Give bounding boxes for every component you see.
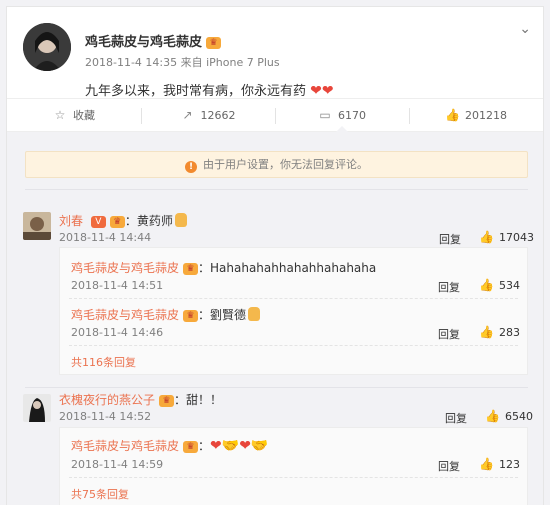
comment-text: ：黄药师 (124, 214, 173, 228)
post-author-name[interactable]: 鸡毛蒜皮与鸡毛蒜皮 ♛ (85, 31, 222, 50)
comment-like-button[interactable]: 👍 17043 (479, 230, 534, 244)
commenter-avatar[interactable] (23, 212, 51, 240)
commenter-name[interactable]: 刘春 (59, 214, 83, 228)
verified-badge-icon: V (90, 216, 106, 228)
reply-author[interactable]: 鸡毛蒜皮与鸡毛蒜皮 (71, 261, 179, 275)
post-meta: 2018-11-4 14:35 来自 iPhone 7 Plus (85, 56, 280, 69)
like-icon: 👍 (479, 230, 494, 244)
comment-like-count: 17043 (498, 231, 534, 244)
reply-author[interactable]: 鸡毛蒜皮与鸡毛蒜皮 (71, 308, 179, 322)
forward-button[interactable]: ↗ 12662 (141, 99, 275, 131)
weibo-post-card: 鸡毛蒜皮与鸡毛蒜皮 ♛ 2018-11-4 14:35 来自 iPhone 7 P… (6, 6, 544, 505)
comment-time: 2018-11-4 14:44 (59, 231, 152, 244)
reply-time: 2018-11-4 14:51 (71, 279, 164, 292)
divider (25, 387, 528, 388)
comment-button[interactable]: ▭ 6170 (275, 99, 409, 132)
star-icon: ☆ (54, 108, 66, 122)
author-name-text[interactable]: 鸡毛蒜皮与鸡毛蒜皮 (85, 35, 202, 50)
like-button[interactable]: 👍 201218 (409, 99, 543, 131)
vip-crown-icon: ♛ (109, 216, 125, 228)
action-bar: ☆ 收藏 ↗ 12662 ▭ 6170 👍 201218 (7, 98, 543, 132)
chevron-down-icon[interactable]: ⌄ (519, 21, 531, 37)
vip-crown-icon: ♛ (206, 37, 222, 49)
like-icon: 👍 (479, 325, 494, 339)
reply-like-button[interactable]: 👍 283 (479, 325, 520, 339)
reply-author[interactable]: 鸡毛蒜皮与鸡毛蒜皮 (71, 439, 179, 453)
reply-restriction-notice: ! 由于用户设置，你无法回复评论。 (25, 151, 528, 178)
post-body: 九年多以来，我时常有病，你永远有药 (85, 84, 307, 99)
reply-button[interactable]: 回复 (438, 279, 460, 295)
comment-line: 衣槐夜行的燕公子 ♛ ：甜！！ (59, 391, 222, 408)
comment-time: 2018-11-4 14:52 (59, 410, 152, 423)
post-text: 九年多以来，我时常有病，你永远有药 ❤❤ (85, 80, 334, 99)
reply-like-button[interactable]: 👍 534 (479, 278, 520, 292)
favorite-label: 收藏 (73, 109, 95, 122)
reply-text: ： (198, 439, 211, 453)
reply-separator (69, 298, 518, 299)
vip-crown-icon: ♛ (159, 395, 175, 407)
reply-text: ：劉賢德 (198, 308, 247, 322)
reply-text: ：Hahahahahhahahhahahaha (198, 261, 377, 275)
reply-line: 鸡毛蒜皮与鸡毛蒜皮 ♛ ：劉賢德 (71, 306, 261, 323)
reply-like-count: 123 (498, 458, 520, 471)
comment-text: ：甜！！ (174, 393, 223, 407)
forward-icon: ↗ (182, 108, 193, 122)
like-count: 201218 (465, 108, 507, 122)
more-replies-link[interactable]: 共75条回复 (71, 486, 129, 502)
vip-crown-icon: ♛ (183, 441, 199, 453)
reply-time: 2018-11-4 14:46 (71, 326, 164, 339)
like-icon: 👍 (479, 457, 494, 471)
commenter-name[interactable]: 衣槐夜行的燕公子 (59, 393, 155, 407)
like-icon: 👍 (485, 409, 500, 423)
warning-icon: ! (185, 161, 197, 173)
comment-like-button[interactable]: 👍 6540 (485, 409, 533, 423)
commenter-avatar[interactable] (23, 394, 51, 422)
reply-button[interactable]: 回复 (439, 231, 461, 247)
reply-separator (69, 345, 518, 346)
favorite-button[interactable]: ☆ 收藏 (7, 99, 141, 131)
comment-like-count: 6540 (504, 410, 533, 423)
like-icon: 👍 (445, 108, 460, 122)
reply-button[interactable]: 回复 (445, 410, 467, 426)
reply-separator (69, 477, 518, 478)
comment-count: 6170 (338, 108, 366, 122)
reply-like-count: 534 (498, 279, 520, 292)
thumbs-up-emoji (174, 213, 187, 227)
more-replies-link[interactable]: 共116条回复 (71, 354, 136, 370)
divider (25, 189, 528, 190)
forward-count: 12662 (200, 108, 236, 122)
heart-handshake-emoji: ❤🤝❤🤝 (210, 438, 269, 454)
comment-line: 刘春 V ♛ ：黄药师 (59, 212, 187, 229)
heart-emoji: ❤❤ (310, 83, 334, 99)
reply-button[interactable]: 回复 (438, 326, 460, 342)
reply-line: 鸡毛蒜皮与鸡毛蒜皮 ♛ ：❤🤝❤🤝 (71, 437, 268, 454)
reply-button[interactable]: 回复 (438, 458, 460, 474)
reply-time: 2018-11-4 14:59 (71, 458, 164, 471)
like-icon: 👍 (479, 278, 494, 292)
reply-like-count: 283 (498, 326, 520, 339)
comment-icon: ▭ (319, 108, 331, 122)
notice-text: 由于用户设置，你无法回复评论。 (203, 158, 368, 171)
vip-crown-icon: ♛ (183, 263, 199, 275)
reply-like-button[interactable]: 👍 123 (479, 457, 520, 471)
comment-area: ! 由于用户设置，你无法回复评论。 刘春 V ♛ ：黄药师 2018-11-4 14:… (7, 132, 543, 505)
author-avatar[interactable] (23, 23, 71, 71)
thumbs-up-emoji (248, 307, 261, 321)
reply-line: 鸡毛蒜皮与鸡毛蒜皮 ♛ ：Hahahahahhahahhahahaha (71, 259, 376, 276)
vip-crown-icon: ♛ (183, 310, 199, 322)
